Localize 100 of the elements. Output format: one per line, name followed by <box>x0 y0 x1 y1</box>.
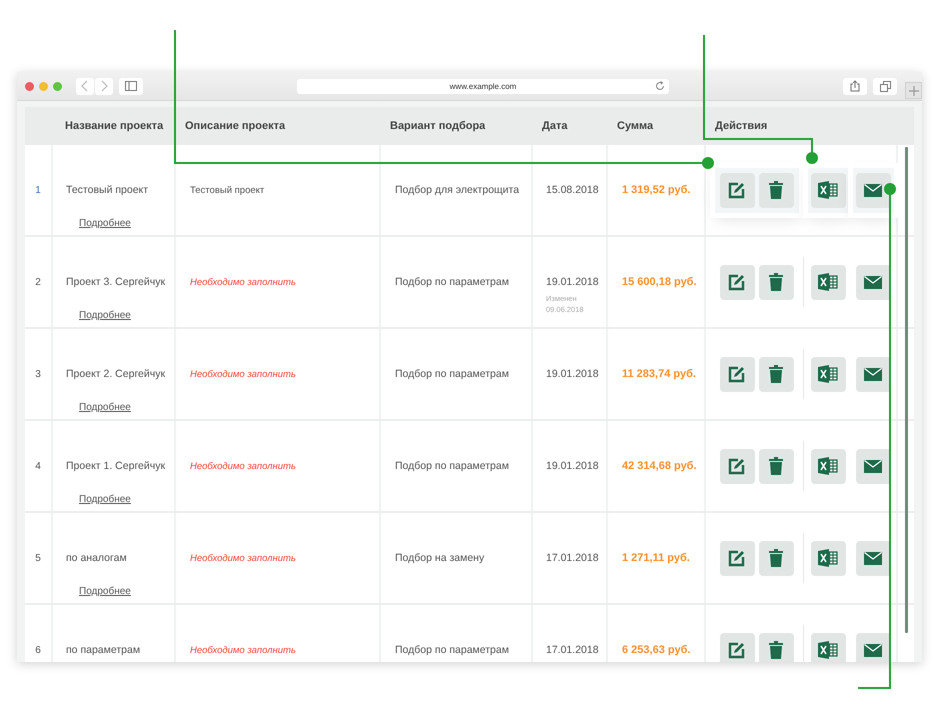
selection-variant: Подбор по параметрам <box>395 644 510 656</box>
excel-icon <box>818 181 838 199</box>
email-button[interactable] <box>856 172 890 208</box>
project-sum: 6 253,63 руб. <box>622 644 692 656</box>
row-number: 3 <box>35 368 41 380</box>
details-link[interactable]: Подробнее <box>79 310 131 321</box>
excel-export-button[interactable] <box>810 448 846 484</box>
tabs-icon <box>880 80 890 92</box>
edit-button[interactable] <box>720 632 754 662</box>
project-date: 17.01.2018 <box>546 552 600 564</box>
project-sum: 1 319,52 руб. <box>622 184 692 196</box>
edit-button[interactable] <box>720 448 754 484</box>
column-header: Сумма <box>616 120 654 132</box>
excel-export-button[interactable] <box>810 540 846 576</box>
project-name: по аналогам <box>66 552 128 564</box>
selection-variant: Подбор для электрощита <box>395 184 520 196</box>
project-name: Проект 1. Сергейчук <box>66 460 166 472</box>
row-number: 2 <box>35 276 41 288</box>
share-button[interactable] <box>843 78 867 94</box>
project-name: Проект 2. Сергейчук <box>66 368 166 380</box>
project-date: 15.08.2018 <box>546 184 600 196</box>
project-date: 19.01.2018 <box>546 368 600 380</box>
excel-icon <box>818 549 838 567</box>
project-sum: 11 283,74 руб. <box>622 368 697 380</box>
details-link[interactable]: Подробнее <box>79 586 131 597</box>
details-link[interactable]: Подробнее <box>79 494 131 505</box>
trash-icon <box>769 457 783 475</box>
delete-button[interactable] <box>758 356 794 392</box>
details-link[interactable]: Подробнее <box>79 402 131 413</box>
edit-icon <box>728 365 746 383</box>
project-name: Проект 3. Сергейчук <box>66 276 166 288</box>
close-icon[interactable] <box>25 82 34 90</box>
email-button[interactable] <box>856 356 890 392</box>
project-name: по параметрам <box>66 644 142 656</box>
project-sum: 15 600,18 руб. <box>622 276 698 288</box>
envelope-icon <box>864 276 882 288</box>
envelope-icon <box>864 368 882 380</box>
trash-icon <box>769 273 783 291</box>
selection-variant: Подбор по параметрам <box>395 276 510 288</box>
edit-button[interactable] <box>720 356 754 392</box>
column-header: Действия <box>714 120 768 132</box>
delete-button[interactable] <box>758 448 794 484</box>
envelope-icon <box>864 460 882 472</box>
back-icon <box>81 80 89 92</box>
excel-export-button[interactable] <box>810 356 846 392</box>
selection-variant: Подбор на замену <box>395 552 486 564</box>
missing-description: Необходимо заполнить <box>190 461 297 472</box>
edit-button[interactable] <box>720 264 754 300</box>
missing-description: Необходимо заполнить <box>190 369 297 380</box>
email-button[interactable] <box>856 448 890 484</box>
selection-variant: Подбор по параметрам <box>395 460 510 472</box>
missing-description: Необходимо заполнить <box>190 645 297 656</box>
tabs-button[interactable] <box>873 78 897 94</box>
edit-button[interactable] <box>720 172 754 208</box>
row-number: 4 <box>35 460 41 472</box>
delete-button[interactable] <box>758 172 794 208</box>
excel-icon <box>818 641 838 659</box>
share-icon <box>850 80 860 92</box>
trash-icon <box>769 181 783 199</box>
trash-icon <box>769 549 783 567</box>
envelope-icon <box>864 552 882 564</box>
excel-export-button[interactable] <box>810 632 846 662</box>
project-date: 19.01.2018 <box>546 276 600 288</box>
scrollbar[interactable] <box>905 147 908 633</box>
excel-icon <box>818 365 838 383</box>
sidebar-button[interactable] <box>119 78 143 94</box>
sidebar-icon <box>125 81 137 91</box>
delete-button[interactable] <box>758 264 794 300</box>
edit-icon <box>728 457 746 475</box>
edit-icon <box>728 549 746 567</box>
excel-icon <box>818 457 838 475</box>
plus-icon <box>908 86 918 96</box>
edit-icon <box>728 181 746 199</box>
row-number: 1 <box>35 184 41 196</box>
project-name: Тестовый проект <box>66 184 150 196</box>
forward-icon <box>100 80 108 92</box>
trash-icon <box>769 641 783 659</box>
excel-export-button[interactable] <box>810 172 846 208</box>
excel-export-button[interactable] <box>810 264 846 300</box>
project-date: 19.01.2018 <box>546 460 600 472</box>
email-button[interactable] <box>856 632 890 662</box>
url-text: www.example.com <box>450 82 516 90</box>
project-sum: 1 271,11 руб. <box>622 552 691 564</box>
project-description: Тестовый проект <box>190 185 266 196</box>
envelope-icon <box>864 644 882 656</box>
details-link[interactable]: Подробнее <box>79 218 131 229</box>
email-button[interactable] <box>856 264 890 300</box>
address-bar[interactable]: www.example.com <box>297 78 669 94</box>
trash-icon <box>769 365 783 383</box>
reload-icon[interactable] <box>655 80 665 90</box>
missing-description: Необходимо заполнить <box>190 277 297 288</box>
delete-button[interactable] <box>758 632 794 662</box>
row-number: 6 <box>35 644 41 656</box>
row-number: 5 <box>35 552 41 564</box>
email-button[interactable] <box>856 540 890 576</box>
column-header: Название проекта <box>64 120 164 132</box>
edit-icon <box>728 641 746 659</box>
edit-button[interactable] <box>720 540 754 576</box>
delete-button[interactable] <box>758 540 794 576</box>
column-header: Вариант подбора <box>389 120 486 132</box>
